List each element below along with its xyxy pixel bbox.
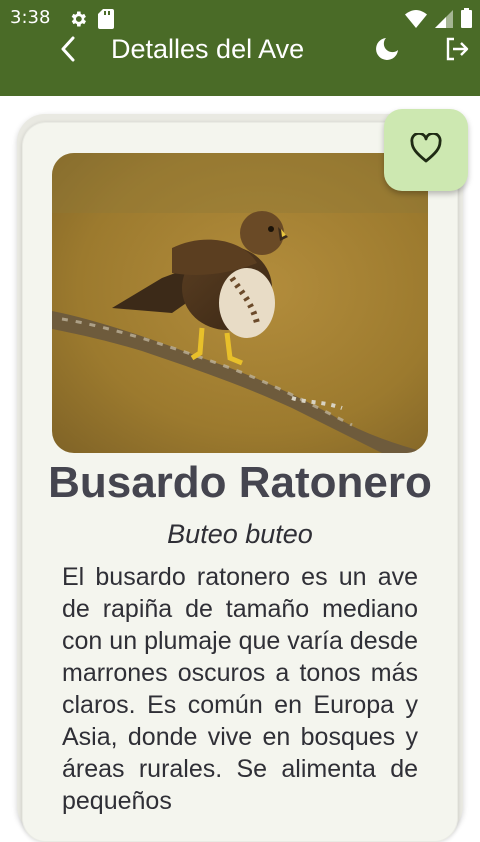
favorite-button[interactable]: [384, 109, 468, 191]
logout-button[interactable]: [442, 36, 472, 66]
page-title: Detalles del Ave: [111, 34, 305, 64]
theme-toggle-button[interactable]: [372, 36, 402, 66]
sd-card-icon: [98, 9, 114, 34]
signal-icon: [435, 10, 453, 33]
status-bar: 3:38: [0, 0, 480, 36]
chevron-left-icon: [60, 36, 76, 67]
status-time: 3:38: [10, 7, 51, 28]
heart-outline-icon: [410, 131, 442, 168]
app-bar: 3:38 Detalles del Ave: [0, 0, 480, 96]
gear-icon: [68, 9, 88, 34]
logout-icon: [444, 36, 470, 67]
status-left-icons: [68, 9, 114, 34]
status-right-icons: [405, 8, 472, 33]
moon-icon: [375, 37, 399, 66]
battery-icon: [461, 8, 472, 33]
bird-scientific-name: Buteo buteo: [167, 519, 313, 549]
bird-photo: [52, 153, 428, 453]
bird-description: El busardo ratonero es un ave de rapiña …: [62, 563, 418, 815]
bird-common-name: Busardo Ratonero: [48, 458, 432, 507]
toolbar: Detalles del Ave: [0, 34, 480, 96]
back-button[interactable]: [52, 36, 84, 66]
wifi-icon: [405, 10, 427, 33]
